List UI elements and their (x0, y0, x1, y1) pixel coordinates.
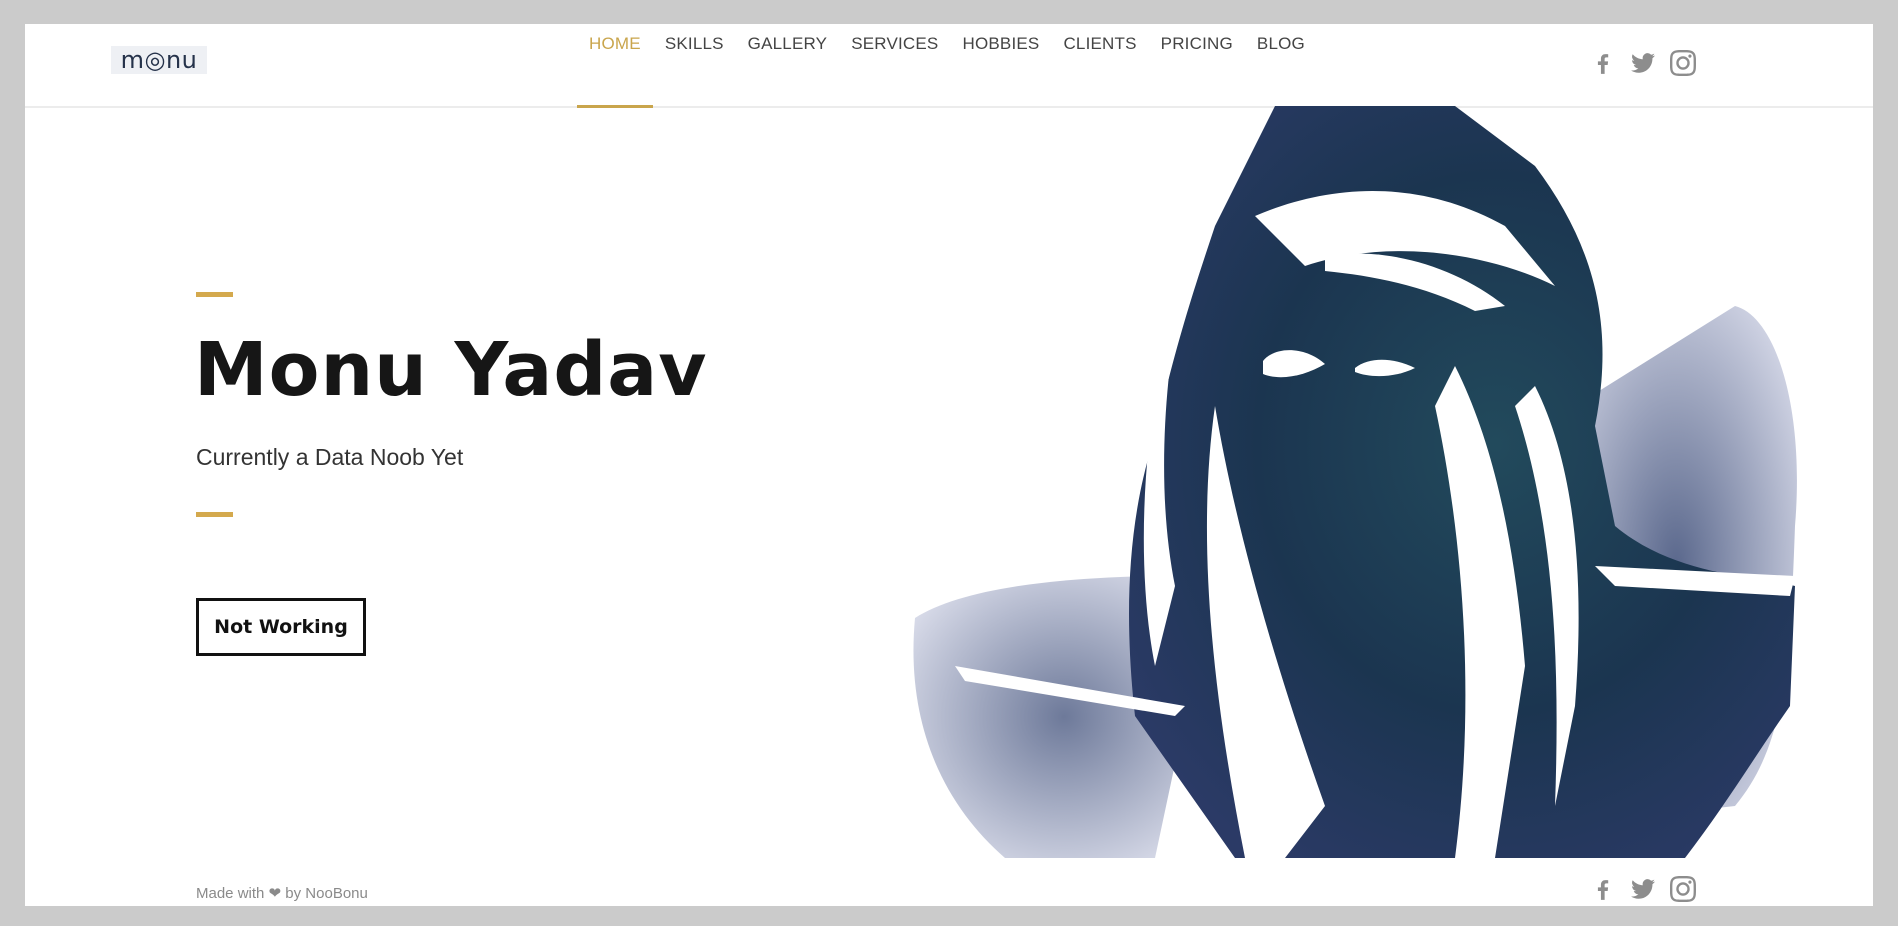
heart-icon: ❤ (268, 885, 282, 902)
accent-line-top (196, 292, 233, 297)
accent-line-bottom (196, 512, 233, 517)
footer-made-with: Made with (196, 885, 265, 902)
nav-item-skills[interactable]: SKILLS (653, 24, 736, 86)
instagram-icon[interactable] (1670, 876, 1696, 902)
footer-credit: Made with ❤ by NooBonu (196, 884, 368, 902)
twitter-icon[interactable] (1630, 50, 1656, 76)
hero-title: Monu Yadav (194, 327, 708, 413)
logo-text: m◎nu (120, 46, 198, 74)
main-nav: HOME SKILLS GALLERY SERVICES HOBBIES CLI… (577, 24, 1317, 108)
facebook-icon[interactable] (1590, 50, 1616, 76)
nav-item-clients[interactable]: CLIENTS (1051, 24, 1148, 86)
nav-item-pricing[interactable]: PRICING (1149, 24, 1245, 86)
footer-social-links (1590, 876, 1696, 902)
footer-by-text: by NooBonu (285, 885, 368, 902)
nav-item-hobbies[interactable]: HOBBIES (950, 24, 1051, 86)
nav-item-home[interactable]: HOME (577, 24, 653, 108)
instagram-icon[interactable] (1670, 50, 1696, 76)
facebook-icon[interactable] (1590, 876, 1616, 902)
nav-item-services[interactable]: SERVICES (839, 24, 950, 86)
page-frame: m◎nu HOME SKILLS GALLERY SERVICES HOBBIE… (25, 24, 1873, 906)
nav-item-gallery[interactable]: GALLERY (736, 24, 840, 86)
nav-item-blog[interactable]: BLOG (1245, 24, 1317, 86)
logo[interactable]: m◎nu (111, 46, 207, 74)
hero-illustration (913, 106, 1797, 858)
header-social-links (1590, 50, 1696, 76)
twitter-icon[interactable] (1630, 876, 1656, 902)
site-header: m◎nu HOME SKILLS GALLERY SERVICES HOBBIE… (25, 24, 1873, 108)
hero-subtitle: Currently a Data Noob Yet (196, 444, 464, 470)
not-working-button[interactable]: Not Working (196, 598, 366, 656)
